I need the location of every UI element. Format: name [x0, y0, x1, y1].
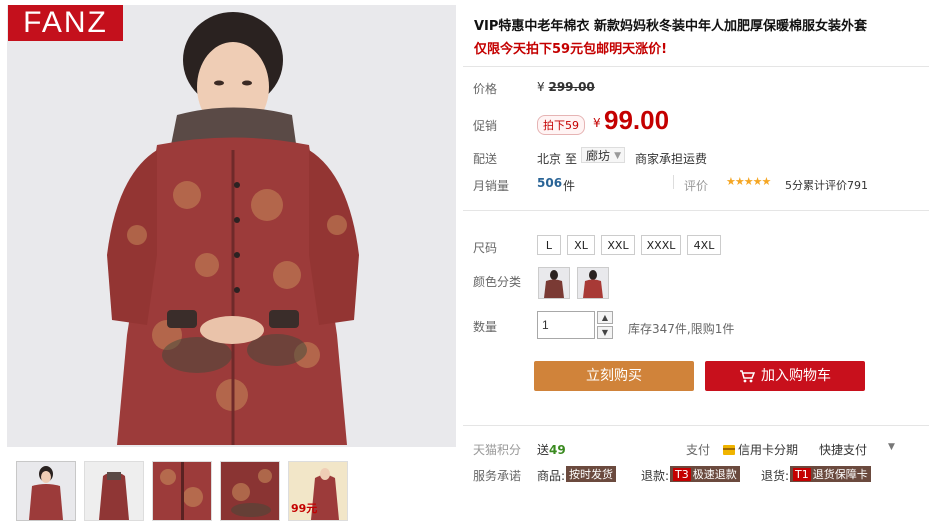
size-option-xxxl[interactable]: XXXL	[641, 235, 681, 255]
original-price-value: 299.00	[548, 80, 595, 94]
service-goods-label: 商品:	[537, 469, 566, 483]
shipping-label: 配送	[473, 152, 498, 166]
tmall-points-label: 天猫积分	[473, 443, 522, 457]
chevron-up-icon: ▲	[601, 313, 609, 322]
promotion-price: 99.00	[604, 105, 670, 135]
payment-more-dropdown-icon[interactable]: ▼	[888, 442, 895, 452]
brand-logo: FANZ	[8, 5, 123, 41]
points-prefix: 送	[537, 443, 550, 457]
quantity-input[interactable]	[537, 311, 595, 339]
thumbnail-badge: 99元	[291, 502, 318, 515]
payment-credit[interactable]: 信用卡分期	[723, 441, 798, 458]
divider	[463, 425, 929, 426]
service-return-tag[interactable]: T1 退货保障卡	[790, 466, 871, 482]
payment-credit-label: 信用卡分期	[738, 443, 799, 457]
size-option-4xl[interactable]: 4XL	[687, 235, 721, 255]
sales-unit: 件	[563, 179, 576, 193]
thumbnail-image	[153, 462, 211, 520]
shipping-city-select[interactable]: 廊坊 ▼	[581, 147, 625, 163]
quantity-decrease-button[interactable]: ▼	[597, 326, 613, 339]
payment-quick[interactable]: 快捷支付	[819, 441, 867, 458]
rating-stars-icon: ★★★★★	[726, 175, 771, 188]
cart-icon	[740, 370, 755, 383]
payment-label: 支付	[686, 443, 711, 457]
review-label: 评价	[684, 179, 709, 193]
color-label: 颜色分类	[473, 275, 522, 289]
color-swatch-image	[539, 268, 569, 298]
divider	[463, 66, 929, 67]
promotion-label: 促销	[473, 119, 498, 133]
shipping-city-value: 廊坊	[586, 149, 611, 163]
review-summary-link[interactable]: 5分累计评价791	[785, 177, 868, 193]
thumbnail-2[interactable]	[84, 461, 144, 521]
color-swatch-image	[578, 268, 608, 298]
price-label: 价格	[473, 82, 498, 96]
service-refund-code: T3	[673, 468, 691, 481]
sales-label: 月销量	[473, 179, 510, 193]
promotion-badge: 拍下59	[537, 115, 585, 135]
service-refund-text: 极速退款	[692, 468, 737, 481]
sales-count: 506	[537, 176, 563, 190]
shipping-from: 北京	[537, 152, 562, 166]
size-label: 尺码	[473, 241, 498, 255]
service-refund-label: 退款:	[641, 469, 670, 483]
thumbnail-4[interactable]	[220, 461, 280, 521]
buy-now-button[interactable]: 立刻购买	[534, 361, 694, 391]
color-option-2[interactable]	[577, 267, 609, 299]
thumbnail-1[interactable]	[16, 461, 76, 521]
service-goods-tag[interactable]: 按时发货	[566, 466, 616, 482]
currency-symbol: ¥	[537, 80, 545, 94]
shipping-to-word: 至	[565, 152, 578, 166]
service-return-label: 退货:	[761, 469, 790, 483]
size-option-xl[interactable]: XL	[567, 235, 595, 255]
service-return-code: T1	[793, 468, 811, 481]
service-refund-tag[interactable]: T3 极速退款	[670, 466, 740, 482]
shipping-note: 商家承担运费	[635, 152, 708, 166]
divider	[463, 210, 929, 211]
size-option-xxl[interactable]: XXL	[601, 235, 635, 255]
product-title: VIP特惠中老年棉衣 新款妈妈秋冬装中年人加肥厚保暖棉服女装外套	[474, 19, 867, 34]
promo-line: 仅限今天拍下59元包邮明天涨价!	[474, 42, 668, 57]
thumbnail-image	[85, 462, 143, 520]
credit-card-icon	[723, 445, 735, 455]
product-photo	[7, 5, 456, 447]
thumbnail-image	[221, 462, 279, 520]
dropdown-arrow-icon: ▼	[614, 151, 621, 161]
points-value: 49	[549, 443, 566, 457]
stock-info: 库存347件,限购1件	[628, 322, 735, 336]
thumbnail-5[interactable]: 99元	[288, 461, 348, 521]
original-price: ¥ 299.00	[537, 80, 595, 94]
service-label: 服务承诺	[473, 469, 522, 483]
thumbnail-image	[17, 462, 75, 520]
chevron-down-icon: ▼	[601, 328, 609, 337]
service-return-text: 退货保障卡	[812, 468, 868, 481]
vertical-divider	[673, 175, 674, 189]
main-product-image[interactable]	[7, 5, 456, 447]
quantity-increase-button[interactable]: ▲	[597, 311, 613, 324]
add-to-cart-label: 加入购物车	[761, 368, 831, 384]
quantity-label: 数量	[473, 320, 498, 334]
add-to-cart-button[interactable]: 加入购物车	[705, 361, 865, 391]
tmall-points: 送49	[537, 441, 566, 458]
color-option-1[interactable]	[538, 267, 570, 299]
size-option-l[interactable]: L	[537, 235, 561, 255]
promotion-currency: ¥	[593, 116, 601, 130]
thumbnail-3[interactable]	[152, 461, 212, 521]
